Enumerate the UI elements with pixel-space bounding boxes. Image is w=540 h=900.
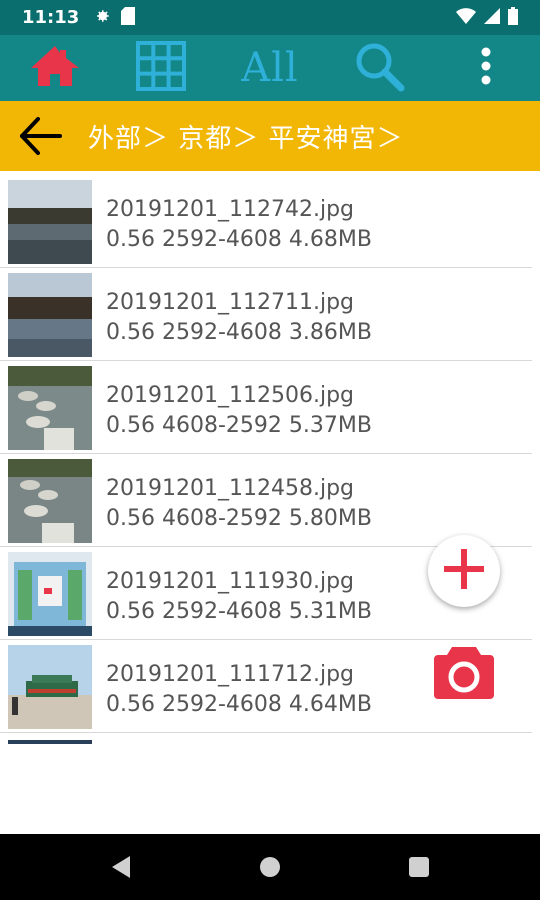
list-item[interactable]: 20191201_112742.jpg 0.56 2592-4608 4.68M… (0, 175, 532, 268)
home-button[interactable] (22, 35, 88, 101)
camera-icon (434, 647, 494, 703)
breadcrumb-path[interactable]: 外部＞ 京都＞ 平安神宮＞ (88, 101, 404, 171)
partial-thumbnail (8, 740, 92, 744)
triangle-back-icon (108, 856, 134, 884)
list-item[interactable]: 20191201_112506.jpg 0.56 4608-2592 5.37M… (0, 361, 532, 454)
file-name: 20191201_111712.jpg (106, 662, 354, 687)
signal-icon (484, 7, 500, 28)
photo-thumbnail (8, 366, 92, 450)
circle-home-icon (257, 857, 283, 884)
home-icon (29, 44, 81, 92)
file-info: 0.56 2592-4608 3.86MB (106, 320, 372, 345)
file-name: 20191201_112742.jpg (106, 197, 354, 222)
add-button[interactable] (428, 535, 500, 607)
back-nav-button[interactable] (108, 854, 134, 880)
camera-button[interactable] (434, 645, 494, 699)
file-info: 0.56 4608-2592 5.80MB (106, 506, 372, 531)
wifi-icon (456, 7, 476, 28)
search-icon (353, 40, 405, 96)
file-name: 20191201_112506.jpg (106, 383, 354, 408)
status-time: 11:13 (22, 7, 80, 28)
more-vert-icon (480, 46, 492, 90)
file-info: 0.56 4608-2592 5.37MB (106, 413, 372, 438)
plus-icon (442, 547, 486, 595)
status-bar: 11:13 (0, 0, 540, 35)
breadcrumb: 外部＞ 京都＞ 平安神宮＞ (0, 101, 540, 171)
home-nav-button[interactable] (257, 854, 283, 880)
photo-thumbnail (8, 273, 92, 357)
system-nav-bar (0, 834, 540, 900)
list-item[interactable]: 20191201_112711.jpg 0.56 2592-4608 3.86M… (0, 268, 532, 361)
file-name: 20191201_112711.jpg (106, 290, 354, 315)
file-info: 0.56 2592-4608 4.68MB (106, 227, 372, 252)
file-name: 20191201_112458.jpg (106, 476, 354, 501)
more-options-button[interactable] (462, 35, 510, 101)
gear-icon (93, 7, 111, 29)
file-info: 0.56 2592-4608 4.64MB (106, 692, 372, 717)
toolbar: All (0, 35, 540, 101)
file-info: 0.56 2592-4608 5.31MB (106, 599, 372, 624)
back-button[interactable] (18, 115, 64, 157)
square-recents-icon (406, 857, 432, 884)
photo-thumbnail (8, 180, 92, 264)
battery-icon (508, 6, 518, 29)
grid-icon (135, 40, 187, 96)
photo-thumbnail (8, 645, 92, 729)
grid-view-button[interactable] (128, 35, 194, 101)
sd-card-icon (121, 6, 136, 29)
back-arrow-icon (18, 117, 64, 161)
search-button[interactable] (346, 35, 412, 101)
photo-thumbnail (8, 552, 92, 636)
file-name: 20191201_111930.jpg (106, 569, 354, 594)
list-item[interactable]: 20191201_112458.jpg 0.56 4608-2592 5.80M… (0, 454, 532, 547)
recents-nav-button[interactable] (406, 854, 432, 880)
photo-thumbnail (8, 459, 92, 543)
all-filter-button[interactable]: All (232, 35, 308, 101)
